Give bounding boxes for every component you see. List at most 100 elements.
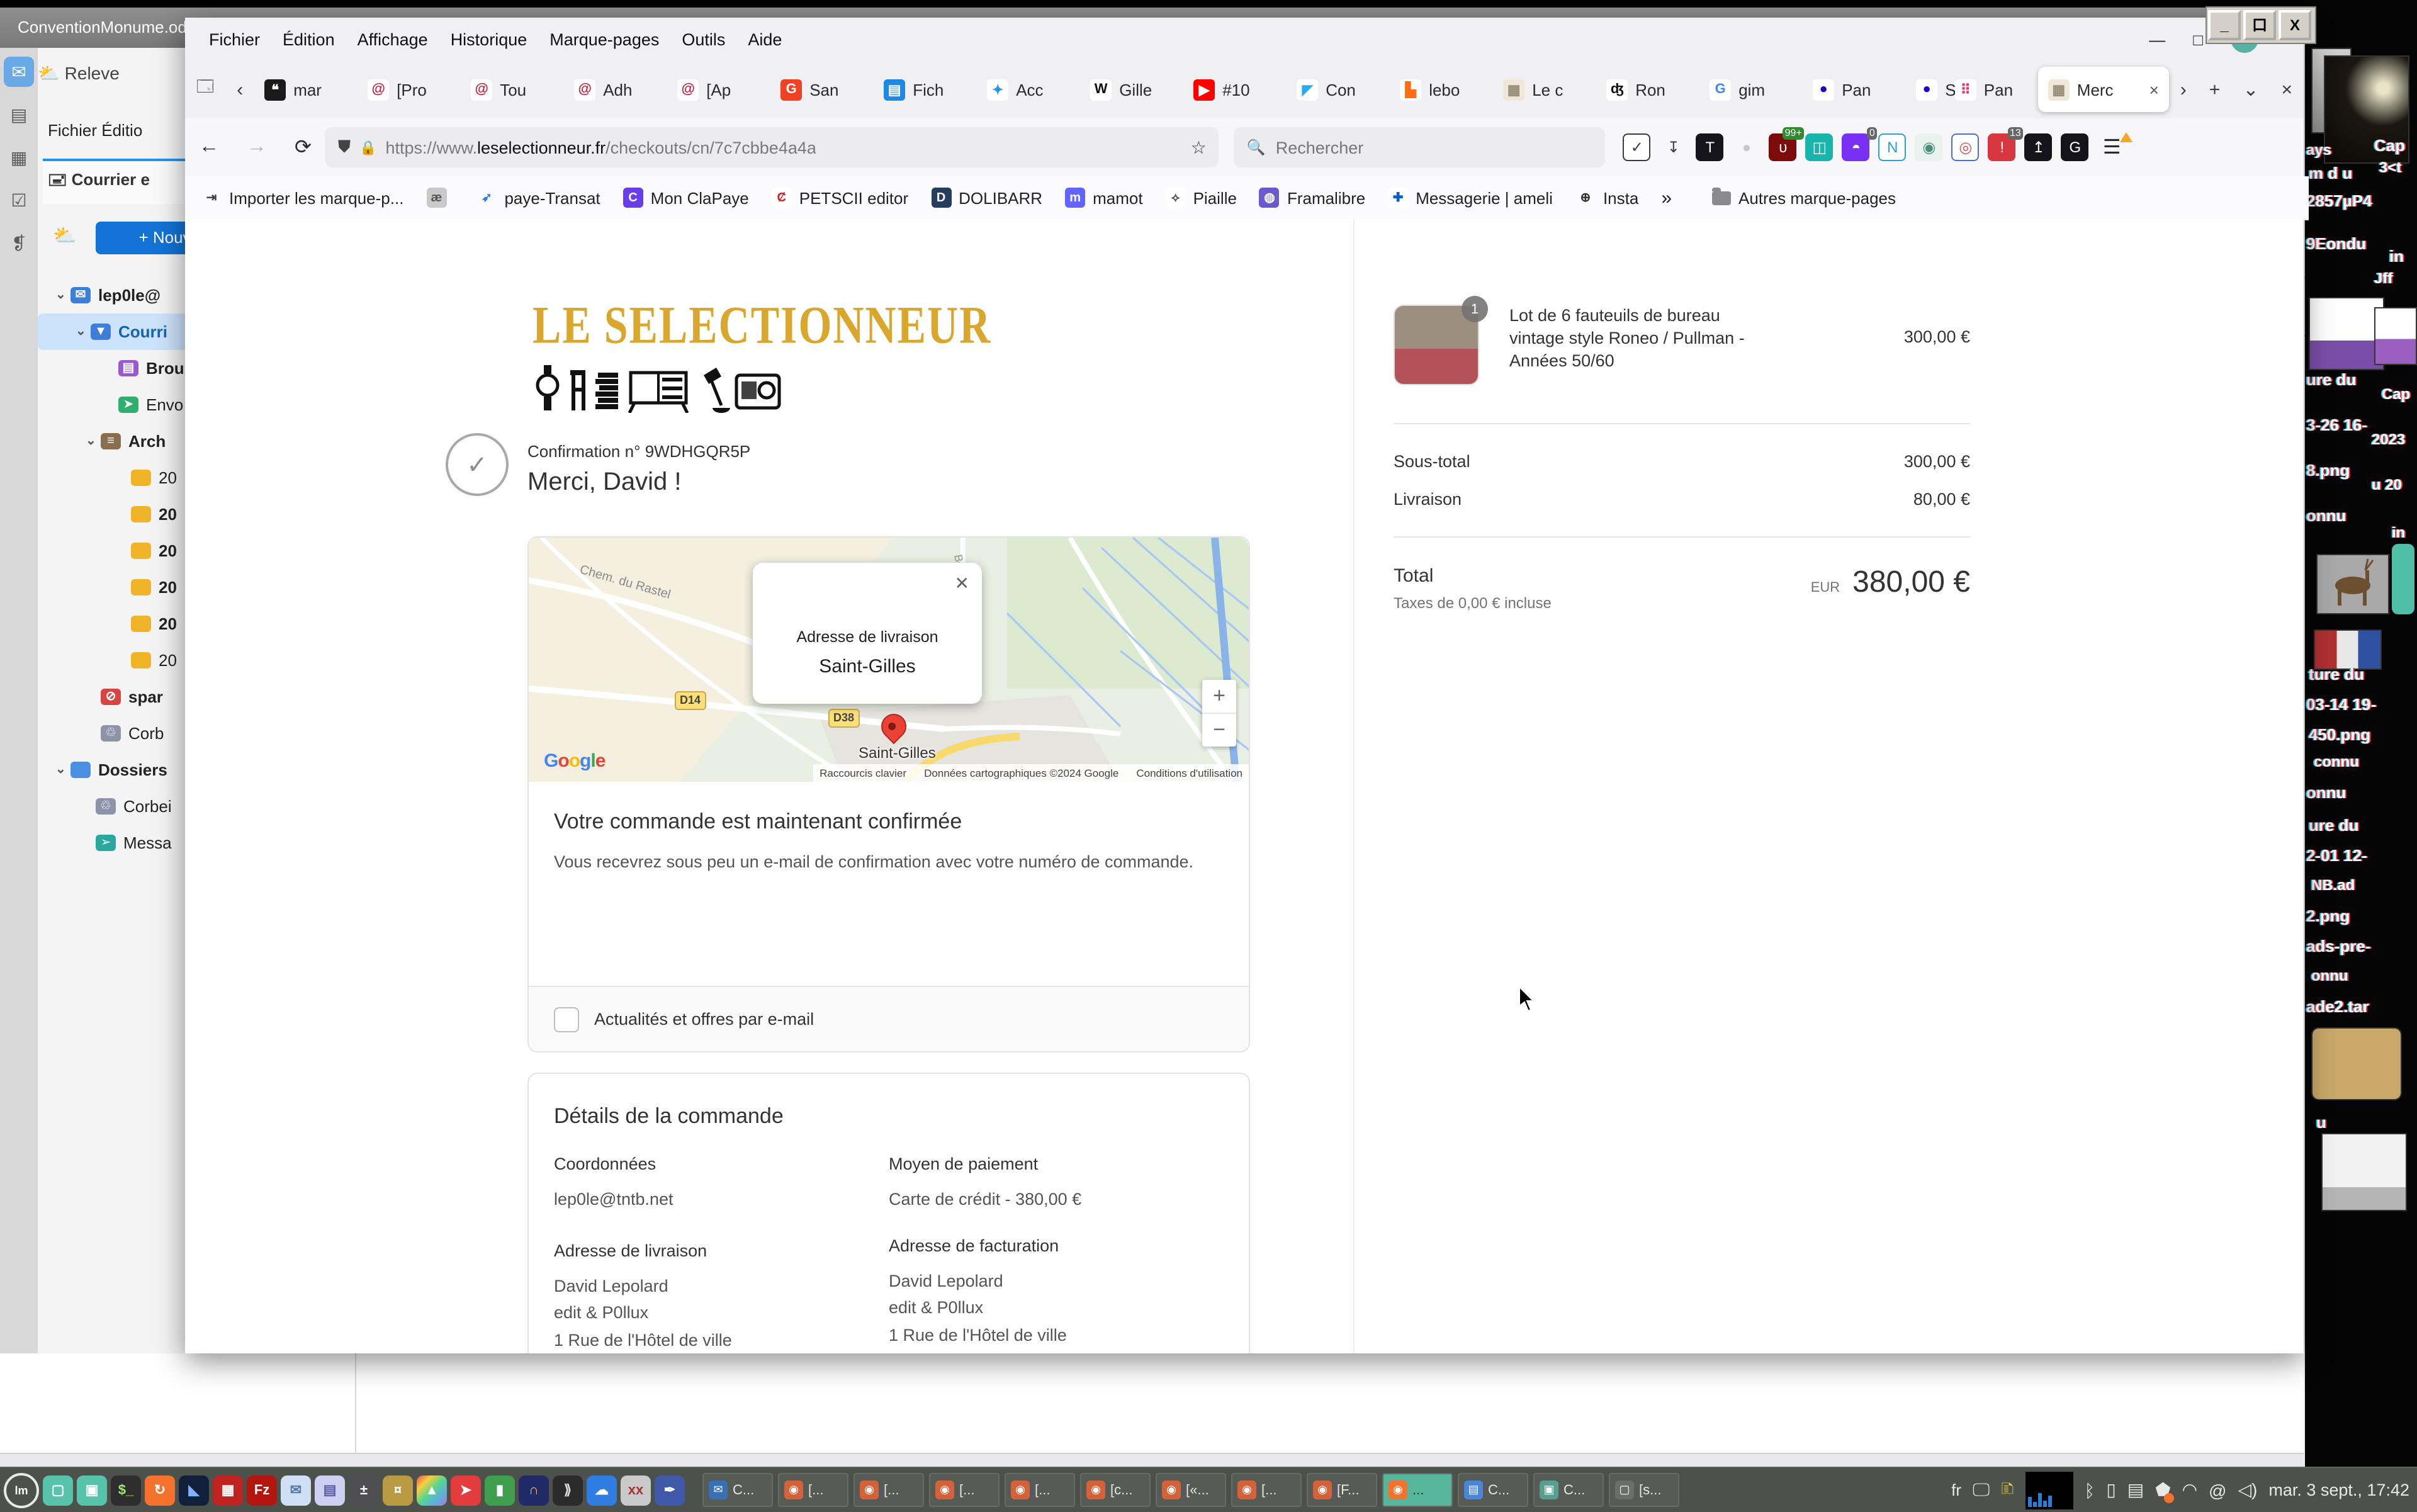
desktop-file-label[interactable]: Cap xyxy=(2382,385,2410,403)
browser-tab[interactable]: G gim xyxy=(1699,67,1803,112)
folder-row[interactable]: ♲ Corbei xyxy=(38,788,185,825)
folder-row[interactable]: 20 xyxy=(38,642,185,679)
extension-icon[interactable]: ↥ xyxy=(2025,133,2053,161)
battery-icon[interactable]: ▯ xyxy=(2106,1479,2116,1501)
desktop-file-label[interactable]: ads-pre- xyxy=(2306,937,2371,956)
taskbar-launcher-icon[interactable]: ▣ xyxy=(77,1475,107,1505)
desktop-file-label[interactable]: connu xyxy=(2314,753,2359,770)
extension-icon[interactable]: ● xyxy=(1733,133,1761,161)
tabbar-close-icon[interactable]: × xyxy=(2270,79,2304,100)
extension-icon[interactable]: ↧ xyxy=(1660,133,1687,161)
bookmark-item[interactable]: ✚ Messagerie | ameli xyxy=(1377,188,1564,208)
taskbar-window-button[interactable]: ◉ [c... xyxy=(1080,1473,1151,1507)
taskbar-launcher-icon[interactable]: ✒ xyxy=(655,1475,685,1505)
taskbar-launcher-icon[interactable]: ▢ xyxy=(43,1475,73,1505)
browser-tab[interactable]: ✦ Acc xyxy=(977,67,1080,112)
extension-icon[interactable]: ◓ 0 xyxy=(1842,133,1870,161)
folder-row[interactable]: ⌄ ▼ Courri xyxy=(38,313,185,350)
thunderbird-menubar[interactable]: Fichier Éditio xyxy=(48,121,142,140)
tasks-icon[interactable]: ☑ xyxy=(4,185,34,215)
menu-marque-pages[interactable]: Marque-pages xyxy=(538,30,670,48)
active-tab[interactable]: ▦ Merc × xyxy=(2038,67,2169,112)
taskbar-launcher-icon[interactable]: $_ xyxy=(111,1475,141,1505)
menu-historique[interactable]: Historique xyxy=(439,30,539,48)
desktop-file-label[interactable]: ade2.tar xyxy=(2306,997,2369,1016)
back-button[interactable]: ← xyxy=(185,136,233,159)
taskbar-launcher-icon[interactable]: ▲ xyxy=(417,1475,447,1505)
wifi-icon[interactable]: ◠ xyxy=(2182,1479,2197,1501)
taskbar-launcher-icon[interactable]: xx xyxy=(621,1475,651,1505)
desktop-file-label[interactable]: ture du xyxy=(2309,665,2364,684)
desktop-file-label[interactable]: in xyxy=(2389,247,2404,266)
desktop-webpage-thumbnail[interactable] xyxy=(2309,297,2384,370)
bookmark-item[interactable]: ⟡ Piaille xyxy=(1154,188,1248,208)
folder-row[interactable]: 20 xyxy=(38,569,185,606)
clipboard-icon[interactable]: ▤ xyxy=(2127,1479,2144,1501)
taskbar-launcher-icon[interactable]: ± xyxy=(349,1475,379,1505)
bookmark-item[interactable]: æ xyxy=(415,188,465,208)
desktop-file-label[interactable]: u xyxy=(2316,1113,2326,1132)
store-logo[interactable]: LE SELECTIONNEUR xyxy=(532,297,991,419)
addressbook-icon[interactable]: ▤ xyxy=(4,99,34,130)
zoom-out-button[interactable]: − xyxy=(1202,714,1236,747)
desktop-file-label[interactable]: onnu xyxy=(2306,506,2347,525)
taskbar-launcher-icon[interactable]: ✉ xyxy=(281,1475,311,1505)
taskbar-launcher-icon[interactable]: lm xyxy=(4,1472,39,1508)
desktop-file-label[interactable]: NB.ad xyxy=(2311,876,2355,894)
browser-tab[interactable]: ● Pan xyxy=(1803,67,1906,112)
taskbar-launcher-icon[interactable]: ▦ xyxy=(213,1475,243,1505)
taskbar-launcher-icon[interactable]: ☁ xyxy=(587,1475,617,1505)
browser-tab[interactable]: @ Tou xyxy=(461,67,564,112)
browser-tab[interactable]: ▶ #10 xyxy=(1183,67,1287,112)
hamburger-menu-icon[interactable]: ☰ xyxy=(2089,135,2135,160)
notes-icon[interactable]: 🗈 xyxy=(2001,1475,2014,1505)
extension-icon[interactable]: ᴜ 99+ xyxy=(1769,133,1797,161)
taskbar-launcher-icon[interactable]: ∩ xyxy=(519,1475,549,1505)
keyboard-layout[interactable]: fr xyxy=(1951,1481,1961,1499)
browser-tab[interactable]: ▤ Fich xyxy=(874,67,977,112)
legacy-minimize-button[interactable]: _ xyxy=(2208,10,2241,40)
bookmark-item[interactable]: Ȼ PETSCII editor xyxy=(760,188,920,208)
tab-scroll-right-icon[interactable]: › xyxy=(2169,79,2198,100)
desktop-file-label[interactable]: 03-14 19- xyxy=(2306,695,2376,714)
shield-icon[interactable]: ⬟ xyxy=(2155,1479,2170,1501)
deer-image-thumbnail[interactable] xyxy=(2316,554,2389,614)
desktop-file-label[interactable]: 2.png xyxy=(2306,906,2350,925)
desktop-file-label[interactable]: u 20 xyxy=(2372,476,2402,494)
zoom-in-button[interactable]: + xyxy=(1202,680,1236,714)
browser-tab[interactable]: ʤ Ron xyxy=(1596,67,1699,112)
taskbar-window-button[interactable]: ▤ C... xyxy=(1458,1473,1528,1507)
desktop-file-label[interactable]: in xyxy=(2392,524,2405,541)
container-tabs-icon[interactable]: 🗔 xyxy=(185,76,225,103)
tan-folder-thumbnail[interactable] xyxy=(2311,1027,2402,1100)
legacy-close-button[interactable]: X xyxy=(2279,10,2311,40)
desktop-file-label[interactable]: Cap xyxy=(2374,136,2405,155)
extension-icon[interactable]: G xyxy=(2061,133,2089,161)
reload-button[interactable]: ⟳ xyxy=(281,135,325,160)
taskbar-window-button[interactable]: ◉ [... xyxy=(929,1473,1000,1507)
desktop-file-label[interactable]: ure du xyxy=(2309,816,2358,835)
folder-row[interactable]: ▤ Brou xyxy=(38,350,185,386)
browser-tab[interactable]: @ [Pro xyxy=(358,67,461,112)
folder-row[interactable]: ➤ Envo xyxy=(38,386,185,423)
extension-icon[interactable]: T xyxy=(1696,133,1724,161)
thunderbird-mail-tab[interactable]: 🖃 Courrier e xyxy=(43,159,185,204)
bookmark-item[interactable]: ⊕ Insta xyxy=(1564,188,1650,208)
display-icon[interactable]: 🖵 xyxy=(1973,1479,1990,1501)
desktop-webpage-thumbnail[interactable] xyxy=(2374,307,2417,365)
search-input[interactable]: 🔍 Rechercher xyxy=(1234,127,1606,167)
forward-button[interactable]: → xyxy=(233,136,281,159)
folder-row[interactable]: ➢ Messa xyxy=(38,825,185,861)
folder-row[interactable]: 20 xyxy=(38,460,185,496)
taskbar-window-button[interactable]: ◉ [F... xyxy=(1307,1473,1377,1507)
bookmark-item[interactable]: ➶ paye-Transat xyxy=(465,188,611,208)
folder-row[interactable]: ⌄ ✉ lep0le@ xyxy=(38,277,185,313)
calendar-icon[interactable]: ▦ xyxy=(4,142,34,172)
desktop-file-label[interactable]: ays xyxy=(2306,141,2331,159)
bookmark-item[interactable]: ⇥ Importer les marque-p... xyxy=(190,188,415,208)
taskbar-launcher-icon[interactable]: ▮ xyxy=(485,1475,515,1505)
new-tab-button[interactable]: + xyxy=(2198,79,2232,100)
taskbar-launcher-icon[interactable]: ◣ xyxy=(179,1475,209,1505)
extension-icon[interactable]: N xyxy=(1879,133,1907,161)
system-monitor-graph[interactable] xyxy=(2025,1471,2073,1509)
